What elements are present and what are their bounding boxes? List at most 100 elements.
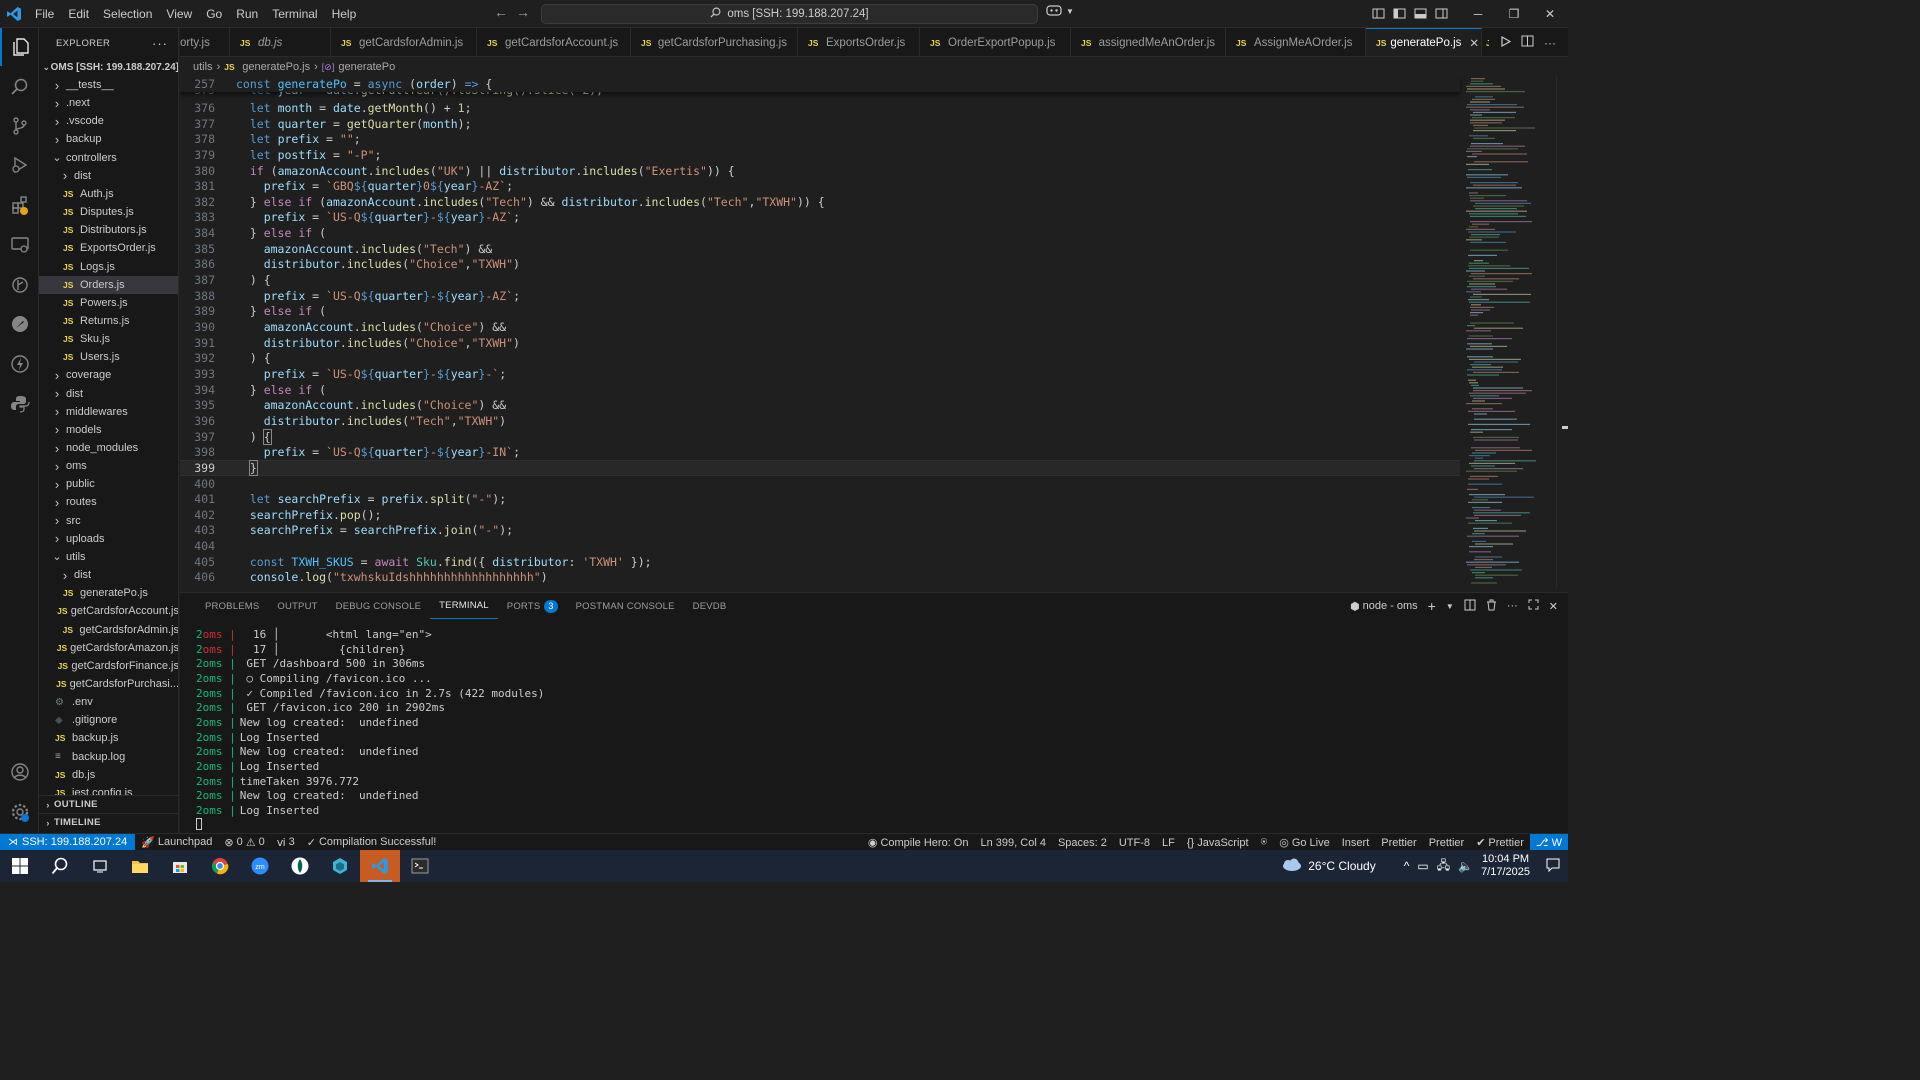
- compilation-status[interactable]: ✓ Compilation Successful!: [301, 836, 443, 849]
- terminal-taskbar-icon[interactable]: [400, 850, 440, 882]
- split-terminal-icon[interactable]: [1464, 599, 1476, 614]
- code-line[interactable]: 392 ) {: [180, 351, 1460, 367]
- tab-terminal[interactable]: TERMINAL: [430, 593, 498, 619]
- python-icon[interactable]: [0, 385, 39, 423]
- more-actions-icon[interactable]: ···: [1544, 36, 1556, 50]
- tab-ports[interactable]: PORTS 3: [498, 593, 567, 619]
- code-line[interactable]: 393 prefix = `US-Q${quarter}-${year}-`;: [180, 366, 1460, 382]
- code-line[interactable]: 382 } else if (amazonAccount.includes("T…: [180, 194, 1460, 210]
- file-item[interactable]: JS getCardsforAmazon.js: [39, 639, 178, 657]
- code-line[interactable]: 398 prefix = `US-Q${quarter}-${year}-IN`…: [180, 444, 1460, 460]
- zoom-icon[interactable]: zm: [240, 850, 280, 882]
- tab-orty[interactable]: orty.js: [180, 28, 230, 56]
- remote-indicator[interactable]: ⋊ SSH: 199.188.207.24: [0, 833, 136, 851]
- code-line[interactable]: 394 } else if (: [180, 382, 1460, 398]
- folder-item[interactable]: › __tests__: [39, 76, 178, 94]
- file-item[interactable]: JS Sku.js: [39, 330, 178, 348]
- file-item[interactable]: JS Users.js: [39, 348, 178, 366]
- ports-item[interactable]: ⅵ3: [271, 836, 301, 849]
- code-line[interactable]: 379 let postfix = "-P";: [180, 147, 1460, 163]
- more-actions-icon[interactable]: ···: [1507, 600, 1518, 612]
- file-item[interactable]: JS backup.js: [39, 729, 178, 747]
- file-item[interactable]: ◆ .gitignore: [39, 711, 178, 729]
- notification-center-icon[interactable]: [1546, 858, 1560, 875]
- vscode-taskbar-icon[interactable]: [360, 850, 400, 882]
- breadcrumb-folder[interactable]: utils: [193, 61, 213, 73]
- file-item[interactable]: JS generatePo.js: [39, 584, 178, 602]
- code-line[interactable]: 396 distributor.includes("Tech","TXWH"): [180, 413, 1460, 429]
- code-line[interactable]: 385 amazonAccount.includes("Tech") &&: [180, 241, 1460, 257]
- code-line[interactable]: 380 if (amazonAccount.includes("UK") || …: [180, 163, 1460, 179]
- run-debug-icon[interactable]: [0, 146, 39, 184]
- launchpad-item[interactable]: 🚀 Launchpad: [135, 836, 218, 849]
- copilot-menu[interactable]: ▼: [1046, 4, 1074, 19]
- folder-item[interactable]: › models: [39, 421, 178, 439]
- menu-run[interactable]: Run: [229, 0, 265, 28]
- menu-selection[interactable]: Selection: [96, 0, 159, 28]
- search-icon[interactable]: [40, 850, 80, 882]
- tab-output[interactable]: OUTPUT: [268, 593, 326, 619]
- folder-item[interactable]: › middlewares: [39, 403, 178, 421]
- new-terminal-icon[interactable]: +: [1428, 598, 1436, 614]
- command-center-search[interactable]: oms [SSH: 199.188.207.24]: [541, 4, 1038, 24]
- battery-icon[interactable]: ▭: [1417, 859, 1428, 873]
- file-item[interactable]: JS db.js: [39, 766, 178, 784]
- forward-arrow-icon[interactable]: →: [516, 4, 530, 20]
- code-line[interactable]: 390 amazonAccount.includes("Choice") &&: [180, 319, 1460, 335]
- code-line[interactable]: 404: [180, 538, 1460, 554]
- folder-item[interactable]: ⌄ utils: [39, 548, 178, 566]
- trash-icon[interactable]: [1486, 599, 1497, 614]
- code-line[interactable]: 406 console.log("txwhskuIdshhhhhhhhhhhhh…: [180, 570, 1460, 586]
- folder-item[interactable]: › node_modules: [39, 439, 178, 457]
- tab-assignmeaorder[interactable]: JS AssignMeAOrder.js: [1226, 28, 1366, 56]
- code-line[interactable]: 383 prefix = `US-Q${quarter}-${year}-AZ`…: [180, 210, 1460, 226]
- weather-widget[interactable]: 26°C Cloudy: [1280, 858, 1376, 875]
- sticky-scroll-line[interactable]: 257 const generatePo = async (order) => …: [180, 76, 1460, 92]
- encoding[interactable]: UTF-8: [1113, 837, 1156, 849]
- folder-item[interactable]: ⌄ controllers: [39, 149, 178, 167]
- workspace-root[interactable]: ⌄ OMS [SSH: 199.188.207.24]: [39, 58, 178, 76]
- code-line[interactable]: 384 } else if (: [180, 225, 1460, 241]
- windows-start-icon[interactable]: [0, 850, 40, 882]
- app-hexagon-icon[interactable]: [320, 850, 360, 882]
- network-icon[interactable]: 🖧: [1437, 856, 1450, 877]
- code-line[interactable]: 405 const TXWH_SKUS = await Sku.find({ d…: [180, 554, 1460, 570]
- folder-item[interactable]: › dist: [39, 385, 178, 403]
- code-line[interactable]: 387 ) {: [180, 272, 1460, 288]
- terminal-selector[interactable]: ⬢ node - oms: [1350, 600, 1418, 613]
- code-line[interactable]: 403 searchPrefix = searchPrefix.join("-"…: [180, 523, 1460, 539]
- remote-explorer-icon[interactable]: [0, 226, 39, 264]
- code-line[interactable]: 401 let searchPrefix = prefix.split("-")…: [180, 491, 1460, 507]
- customize-layout-icon[interactable]: [1372, 7, 1385, 23]
- code-line[interactable]: 377 let quarter = getQuarter(month);: [180, 116, 1460, 132]
- toggle-secondary-sidebar-icon[interactable]: [1435, 7, 1448, 23]
- breadcrumb-file[interactable]: generatePo.js: [242, 61, 310, 73]
- code-line[interactable]: 402 searchPrefix.pop();: [180, 507, 1460, 523]
- chevron-down-icon[interactable]: ▼: [1446, 602, 1454, 611]
- git-graph-icon[interactable]: [0, 266, 39, 304]
- file-item[interactable]: JS getCardsforPurchasi...: [39, 675, 178, 693]
- tab-db[interactable]: JS db.js: [230, 28, 331, 56]
- source-control-icon[interactable]: [0, 107, 39, 145]
- file-item[interactable]: JS Powers.js: [39, 294, 178, 312]
- file-item[interactable]: JS Logs.js: [39, 258, 178, 276]
- language-mode[interactable]: {} JavaScript: [1181, 837, 1255, 849]
- file-item[interactable]: JS getCardsforFinance.js: [39, 657, 178, 675]
- restore-icon[interactable]: ❐: [1496, 0, 1532, 28]
- breadcrumb-symbol[interactable]: generatePo: [338, 61, 395, 73]
- volume-icon[interactable]: 🔈: [1458, 859, 1473, 873]
- menu-help[interactable]: Help: [325, 0, 364, 28]
- folder-item[interactable]: › backup: [39, 130, 178, 148]
- menu-go[interactable]: Go: [199, 0, 229, 28]
- folder-item[interactable]: › .next: [39, 94, 178, 112]
- code-line[interactable]: 388 prefix = `US-Q${quarter}-${year}-AZ`…: [180, 288, 1460, 304]
- tab-problems[interactable]: PROBLEMS: [196, 593, 268, 619]
- tab-generatepo[interactable]: JS generatePo.js ✕: [1366, 28, 1482, 56]
- folder-item[interactable]: › dist: [39, 566, 178, 584]
- tab-debug-console[interactable]: DEBUG CONSOLE: [327, 593, 430, 619]
- menu-terminal[interactable]: Terminal: [265, 0, 324, 28]
- back-arrow-icon[interactable]: ←: [494, 4, 508, 20]
- code-line[interactable]: 399 }: [180, 459, 1460, 476]
- menu-view[interactable]: View: [159, 0, 199, 28]
- prettier-item-1[interactable]: Prettier: [1375, 837, 1422, 849]
